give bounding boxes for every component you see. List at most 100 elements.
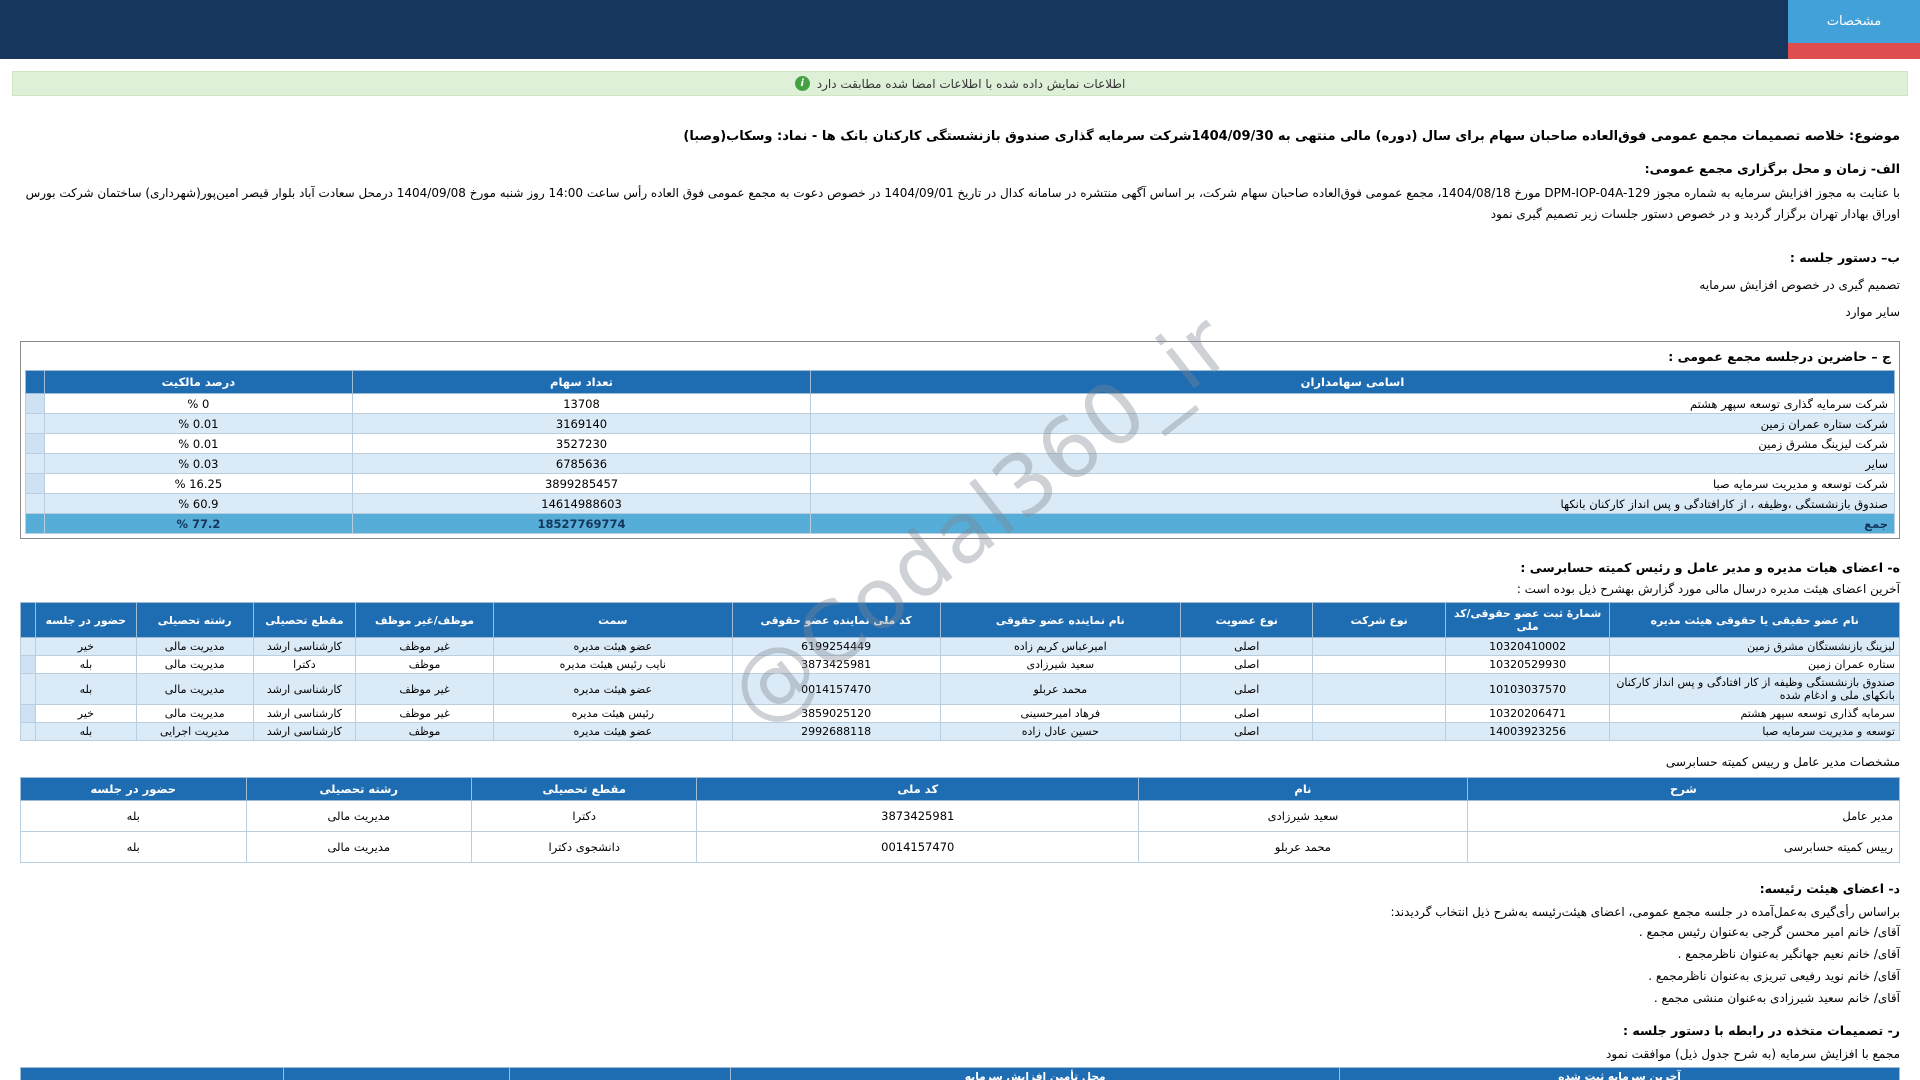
col-field: رشته تحصیلی: [136, 603, 253, 638]
col-field: رشته تحصیلی: [246, 778, 471, 801]
position: رئیس هیئت مدیره: [494, 705, 732, 723]
field: مدیریت مالی: [136, 674, 253, 705]
rep-name: محمد عربلو: [940, 674, 1180, 705]
exec-name: سعید شیرزادی: [1139, 801, 1468, 832]
decisions-heading: ر- تصمیمات متخذه در رابطه با دستور جلسه …: [20, 1023, 1900, 1038]
group-increase-source: محل تأمین افزایش سرمایه: [731, 1068, 1340, 1080]
col-approval-method: نحوۀ تصویب: [21, 1068, 284, 1080]
col-ownership-percent: درصد مالکیت: [44, 371, 352, 394]
attendees-heading: ج – حاضرین درجلسه مجمع عمومی :: [29, 349, 1891, 364]
ownership-percent: 0.01 %: [44, 434, 352, 454]
stub-cell: [26, 514, 45, 534]
position: عضو هیئت مدیره: [494, 638, 732, 656]
total-percent: 77.2 %: [44, 514, 352, 534]
subject-line: موضوع: خلاصه تصمیمات مجمع عمومی فوق‌العا…: [20, 129, 1900, 144]
attendees-table: اسامی سهامداران تعداد سهام درصد مالکیت ش…: [25, 370, 1895, 534]
shareholder-name: سایر: [810, 454, 1894, 474]
stub-cell: [21, 723, 36, 741]
tab-moshakhasat-label: مشخصات: [1788, 0, 1920, 43]
exec-role: رییس کمیته حسابرسی: [1467, 832, 1899, 863]
executives-header-row: شرح نام کد ملی مقطع تحصیلی رشته تحصیلی ح…: [21, 778, 1900, 801]
col-rep-code: کد ملی نماینده عضو حقوقی: [732, 603, 940, 638]
executives-heading: مشخصات مدیر عامل و رییس کمیته حسابرسی: [20, 755, 1900, 769]
notice-text: اطلاعات نمایش داده شده با اطلاعات امضا ش…: [817, 77, 1126, 91]
ownership-percent: 0.03 %: [44, 454, 352, 474]
ownership-percent: 16.25 %: [44, 474, 352, 494]
presidium-member: آقای/ خانم نوید رفیعی تبریزی به‌عنوان نا…: [20, 968, 1900, 985]
exec-code: 3873425981: [697, 801, 1139, 832]
attendance: بله: [36, 723, 136, 741]
col-national-code: کد ملی: [697, 778, 1139, 801]
col-reg-code: شمارۀ ثبت عضو حقوقی/کد ملی: [1445, 603, 1610, 638]
duty: غیر موظف: [355, 674, 493, 705]
table-row: سایر 6785636 0.03 %: [26, 454, 1895, 474]
duty: غیر موظف: [355, 705, 493, 723]
exec-field: مدیریت مالی: [246, 801, 471, 832]
section-a-body: با عنایت به مجوز افزایش سرمایه به شماره …: [20, 183, 1900, 225]
stub-cell: [21, 674, 36, 705]
member-name: سرمایه گذاری توسعه سپهر هشتم: [1610, 705, 1900, 723]
col-attendance: حضور در جلسه: [36, 603, 136, 638]
ownership-percent: 0.01 %: [44, 414, 352, 434]
tab-moshakhasat[interactable]: مشخصات: [1788, 0, 1920, 59]
board-header-row: نام عضو حقیقی یا حقوقی هیئت مدیره شمارۀ …: [21, 603, 1900, 638]
exec-degree: دکترا: [472, 801, 697, 832]
stub-cell: [26, 474, 45, 494]
document-body: موضوع: خلاصه تصمیمات مجمع عمومی فوق‌العا…: [0, 129, 1920, 1080]
degree: کارشناسی ارشد: [253, 638, 355, 656]
membership-type: اصلی: [1180, 638, 1312, 656]
top-header-bar: مشخصات: [0, 0, 1920, 59]
field: مدیریت اجرایی: [136, 723, 253, 741]
col-duty: موظف/غیر موظف: [355, 603, 493, 638]
total-label: جمع: [810, 514, 1894, 534]
group-last-registered-capital: آخرین سرمایه ثبت شده: [1340, 1068, 1900, 1080]
ownership-percent: 60.9 %: [44, 494, 352, 514]
share-count: 6785636: [353, 454, 811, 474]
shareholder-name: شرکت توسعه و مدیریت سرمایه صبا: [810, 474, 1894, 494]
degree: کارشناسی ارشد: [253, 723, 355, 741]
stub-cell: [26, 434, 45, 454]
total-shares: 18527769774: [353, 514, 811, 534]
shareholder-name: صندوق بازنشستگی ،وظیفه ، از کارافتادگی و…: [810, 494, 1894, 514]
reg-code: 10103037570: [1445, 674, 1610, 705]
attendance: بله: [36, 656, 136, 674]
field: مدیریت مالی: [136, 638, 253, 656]
stub-cell: [26, 414, 45, 434]
attendees-total-row: جمع 18527769774 77.2 %: [26, 514, 1895, 534]
attendees-header-row: اسامی سهامداران تعداد سهام درصد مالکیت: [26, 371, 1895, 394]
reg-code: 14003923256: [1445, 723, 1610, 741]
rep-code: 0014157470: [732, 674, 940, 705]
degree: کارشناسی ارشد: [253, 705, 355, 723]
presidium-member: آقای/ خانم نعیم جهانگیر به‌عنوان ناظرمجم…: [20, 946, 1900, 963]
decisions-note: مجمع با افزایش سرمایه (به شرح جدول ذیل) …: [20, 1047, 1900, 1061]
share-count: 14614988603: [353, 494, 811, 514]
degree: دکترا: [253, 656, 355, 674]
exec-degree: دانشجوی دکترا: [472, 832, 697, 863]
capital-group-header-row: آخرین سرمایه ثبت شده محل تأمین افزایش سر…: [21, 1068, 1900, 1080]
company-type: [1313, 656, 1445, 674]
col-increase-percent: درصد افزایش سرمایه: [284, 1068, 509, 1080]
shareholder-name: شرکت لیزینگ مشرق زمین: [810, 434, 1894, 454]
table-row: شرکت لیزینگ مشرق زمین 3527230 0.01 %: [26, 434, 1895, 454]
stub-cell: [26, 394, 45, 414]
rep-name: فرهاد امیرحسینی: [940, 705, 1180, 723]
stub-cell: [21, 705, 36, 723]
share-count: 13708: [353, 394, 811, 414]
table-row: سرمایه گذاری توسعه سپهر هشتم 10320206471…: [21, 705, 1900, 723]
stub-column-header: [21, 603, 36, 638]
position: نایب رئیس هیئت مدیره: [494, 656, 732, 674]
col-share-count: تعداد سهام: [353, 371, 811, 394]
ownership-percent: 0 %: [44, 394, 352, 414]
attendance: خیر: [36, 638, 136, 656]
rep-name: حسین عادل زاده: [940, 723, 1180, 741]
exec-name: محمد عربلو: [1139, 832, 1468, 863]
capital-increase-table: آخرین سرمایه ثبت شده محل تأمین افزایش سر…: [20, 1067, 1900, 1080]
rep-code: 6199254449: [732, 638, 940, 656]
table-row: صندوق بازنشستگی ،وظیفه ، از کارافتادگی و…: [26, 494, 1895, 514]
member-name: توسعه و مدیریت سرمایه صبا: [1610, 723, 1900, 741]
col-name: نام: [1139, 778, 1468, 801]
agenda-item: سایر موارد: [20, 305, 1900, 319]
member-name: لیزینگ بازنشستگان مشرق زمین: [1610, 638, 1900, 656]
reg-code: 10320529930: [1445, 656, 1610, 674]
membership-type: اصلی: [1180, 656, 1312, 674]
